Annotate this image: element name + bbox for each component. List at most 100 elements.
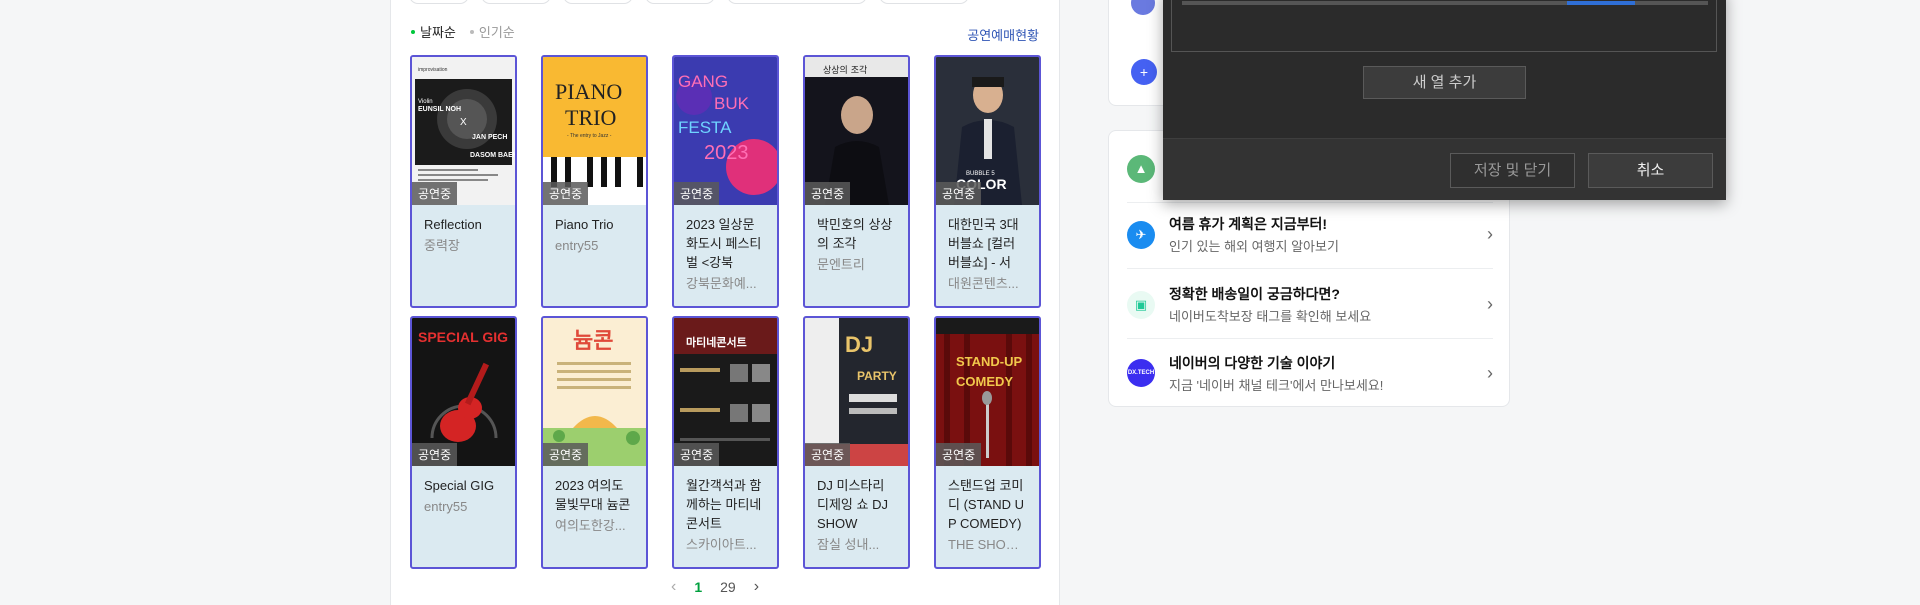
card-title: 월간객석과 함께하는 마티네콘서트 — [686, 478, 762, 531]
card-venue: 잠실 성내... — [817, 537, 880, 552]
performance-card[interactable]: STAND-UP COMEDY 공연중 스탠드업 코미디 (STAND UP C… — [934, 316, 1041, 569]
performance-card[interactable]: 마티네콘서트 공연중 월간객석과 함께하는 마티네콘서트 스카이아트... — [672, 316, 779, 569]
svg-text:SPECIAL GIG: SPECIAL GIG — [418, 329, 508, 345]
filter-chip[interactable] — [727, 0, 867, 4]
performance-card[interactable]: PIANO TRIO - The entry to Jazz - 공연중 Pia… — [541, 55, 648, 308]
card-venue: THE SHOW... — [948, 537, 1027, 552]
poster-image: improvisation Violin EUNSIL NOH X JAN PE… — [412, 57, 515, 205]
svg-text:TRIO: TRIO — [565, 105, 616, 130]
chevron-right-icon: › — [1487, 224, 1493, 244]
filter-chip[interactable] — [481, 0, 551, 4]
poster-image: SPECIAL GIG 공연중 — [412, 318, 515, 466]
filter-chip[interactable] — [409, 0, 469, 4]
promo-title: 네이버의 다양한 기술 이야기 — [1169, 354, 1336, 371]
performance-card[interactable]: GANG BUK FESTA 2023 공연중 2023 일상문화도시 페스티벌… — [672, 55, 779, 308]
prev-page-icon[interactable]: ‹ — [671, 578, 676, 596]
performance-card[interactable]: 늄콘 공연중 2023 여의도 물빛무대 늄콘 여의도한강... — [541, 316, 648, 569]
svg-text:PIANO: PIANO — [555, 79, 622, 104]
card-title: 박민호의 상상의 조각 — [817, 217, 893, 251]
card-title: 대한민국 3대 버블쇼 [컬러 버블쇼] - 서 — [948, 217, 1019, 270]
promo-item-delivery[interactable]: ▣ 정확한 배송일이 궁금하다면? 네이버도착보장 태그를 확인해 보세요 › — [1127, 271, 1493, 339]
delivery-icon: ▣ — [1127, 290, 1155, 319]
status-badge: 공연중 — [936, 443, 982, 466]
svg-text:DASOM BAEK: DASOM BAEK — [470, 152, 515, 159]
promo-title: 여름 휴가 계획은 지금부터! — [1169, 216, 1328, 232]
svg-text:늄콘: 늄콘 — [573, 329, 613, 354]
card-title: 스탠드업 코미디 (STAND UP COMEDY) — [948, 478, 1024, 531]
card-title: Piano Trio — [555, 217, 614, 232]
card-venue: 스카이아트... — [686, 537, 757, 552]
svg-text:2023: 2023 — [704, 142, 749, 164]
filter-chip[interactable] — [563, 0, 633, 4]
sort-label: 인기순 — [478, 25, 515, 40]
save-close-button[interactable]: 저장 및 닫기 — [1450, 153, 1575, 188]
airplane-icon: ✈ — [1127, 220, 1155, 249]
filter-chip[interactable] — [645, 0, 715, 4]
performance-card[interactable]: SPECIAL GIG 공연중 Special GIG entry55 — [410, 316, 517, 569]
poster-image: 마티네콘서트 공연중 — [674, 318, 777, 466]
booking-status-link[interactable]: 공연예매현황 — [967, 25, 1039, 44]
card-venue: 문엔트리 — [817, 257, 865, 272]
card-venue: 중력장 — [424, 238, 460, 253]
promo-item-tech[interactable]: DX.TECH 네이버의 다양한 기술 이야기 지금 '네이버 채널 테크'에서… — [1127, 339, 1493, 407]
service-icon[interactable] — [1131, 0, 1155, 15]
status-badge: 공연중 — [805, 182, 851, 205]
promo-item-travel[interactable]: ✈ 여름 휴가 계획은 지금부터! 인기 있는 해외 여행지 알아보기 › — [1127, 201, 1493, 269]
column-list-area[interactable] — [1171, 0, 1717, 52]
cancel-button[interactable]: 취소 — [1588, 153, 1713, 188]
next-page-icon[interactable]: › — [754, 578, 759, 596]
svg-text:DJ: DJ — [845, 332, 873, 357]
performance-card[interactable]: DJ PARTY 공연중 DJ 미스타리 디제잉 쇼 DJ SHOW 잠실 성내… — [803, 316, 910, 569]
svg-text:FESTA: FESTA — [678, 118, 732, 137]
add-icon[interactable]: + — [1131, 59, 1157, 85]
add-column-button[interactable]: 새 열 추가 — [1363, 66, 1526, 99]
chevron-right-icon: › — [1487, 294, 1493, 314]
svg-text:improvisation: improvisation — [418, 67, 448, 73]
card-venue: entry55 — [424, 499, 468, 514]
status-badge: 공연중 — [936, 182, 982, 205]
promo-desc: 네이버도착보장 태그를 확인해 보세요 — [1169, 309, 1372, 324]
filter-chip[interactable] — [879, 0, 969, 4]
total-pages: 29 — [720, 579, 736, 595]
card-title: 2023 일상문화도시 페스티벌 <강북 — [686, 217, 762, 270]
card-title: Reflection — [424, 217, 482, 232]
status-badge: 공연중 — [543, 182, 589, 205]
sort-by-popularity[interactable]: 인기순 — [469, 22, 515, 41]
svg-text:Violin: Violin — [418, 99, 433, 105]
poster-image: 상상의 조각 공연중 — [805, 57, 908, 205]
performance-panel: 날짜순 인기순 공연예매현황 improvisation Violin EUNS… — [390, 0, 1060, 605]
svg-text:X: X — [460, 117, 467, 128]
svg-text:- The entry to Jazz -: - The entry to Jazz - — [567, 133, 612, 139]
promo-title: 정확한 배송일이 궁금하다면? — [1169, 286, 1340, 302]
svg-text:상상의 조각: 상상의 조각 — [823, 64, 867, 76]
sort-label: 날짜순 — [420, 25, 456, 40]
status-badge: 공연중 — [674, 443, 720, 466]
pagination: ‹ 1 29 › — [671, 578, 759, 596]
promo-desc: 인기 있는 해외 여행지 알아보기 — [1169, 239, 1339, 254]
status-badge: 공연중 — [412, 182, 458, 205]
svg-text:GANG: GANG — [678, 72, 728, 91]
status-badge: 공연중 — [412, 443, 458, 466]
performance-grid: improvisation Violin EUNSIL NOH X JAN PE… — [410, 55, 1041, 569]
chevron-right-icon: › — [1487, 362, 1493, 383]
dot-icon — [469, 29, 474, 34]
dialog-footer: 저장 및 닫기 취소 — [1163, 138, 1726, 200]
svg-text:EUNSIL NOH: EUNSIL NOH — [418, 106, 461, 113]
performance-card[interactable]: improvisation Violin EUNSIL NOH X JAN PE… — [410, 55, 517, 308]
card-venue: 여의도한강... — [555, 518, 626, 533]
promo-desc: 지금 '네이버 채널 테크'에서 만나보세요! — [1169, 377, 1384, 393]
poster-image: GANG BUK FESTA 2023 공연중 — [674, 57, 777, 205]
current-page: 1 — [694, 579, 703, 595]
card-title: DJ 미스타리 디제잉 쇼 DJ SHOW — [817, 478, 888, 531]
svg-text:BUK: BUK — [714, 94, 750, 113]
card-venue: entry55 — [555, 238, 599, 253]
svg-text:COMEDY: COMEDY — [956, 374, 1013, 389]
performance-card[interactable]: BUBBLE 5 COLOR 공연중 대한민국 3대 버블쇼 [컬러 버블쇼] … — [934, 55, 1041, 308]
active-dot-icon — [411, 29, 415, 34]
sort-bar: 날짜순 인기순 — [411, 22, 515, 41]
scrollbar-thumb[interactable] — [1567, 1, 1635, 5]
sort-by-date[interactable]: 날짜순 — [411, 22, 456, 41]
svg-text:PARTY: PARTY — [857, 369, 897, 383]
tech-logo-icon: DX.TECH — [1127, 359, 1155, 387]
performance-card[interactable]: 상상의 조각 공연중 박민호의 상상의 조각 문엔트리 — [803, 55, 910, 308]
